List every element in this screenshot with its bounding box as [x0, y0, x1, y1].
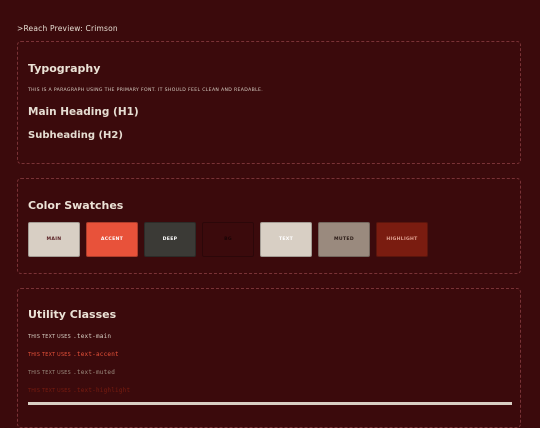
utility-title: Utility Classes: [28, 308, 117, 321]
swatch-label: Main: [46, 237, 62, 242]
util-class-name: .text-main: [73, 333, 112, 340]
swatches-title: Color Swatches: [28, 199, 124, 212]
swatch-deep: Deep: [144, 222, 196, 257]
page-title: >Reach Preview: Crimson: [17, 24, 118, 33]
sample-paragraph: This is a paragraph using the primary fo…: [28, 88, 264, 93]
util-prefix: This text uses: [28, 389, 71, 394]
swatch-label: Accent: [100, 237, 124, 242]
util-line-main: This text uses .text-main: [28, 333, 111, 340]
util-prefix: This text uses: [28, 335, 71, 340]
swatch-label: Deep: [162, 237, 178, 242]
swatch-highlight: Highlight: [376, 222, 428, 257]
swatch-label: BG: [224, 237, 232, 242]
util-prefix: This text uses: [28, 353, 71, 358]
swatch-main: Main: [28, 222, 80, 257]
util-class-name: .text-highlight: [73, 387, 131, 394]
swatch-bg: BG: [202, 222, 254, 257]
util-line-muted: This text uses .text-muted: [28, 369, 115, 376]
swatch-row: Main Accent Deep BG Text Muted Highlight: [28, 222, 428, 257]
swatch-accent: Accent: [86, 222, 138, 257]
swatch-muted: Muted: [318, 222, 370, 257]
util-line-highlight: This text uses .text-highlight: [28, 387, 130, 394]
sample-heading-h2: Subheading (H2): [28, 130, 123, 141]
util-class-name: .text-muted: [73, 369, 116, 376]
util-prefix: This text uses: [28, 371, 71, 376]
utility-classes-panel: Utility Classes This text uses .text-mai…: [17, 288, 521, 428]
swatch-text: Text: [260, 222, 312, 257]
swatch-label: Highlight: [386, 237, 418, 242]
swatch-label: Muted: [334, 237, 354, 242]
util-class-name: .text-accent: [73, 351, 119, 358]
typography-title: Typography: [28, 62, 101, 75]
typography-panel: Typography This is a paragraph using the…: [17, 41, 521, 164]
swatch-label: Text: [278, 237, 294, 242]
sample-heading-h1: Main Heading (H1): [28, 106, 139, 118]
util-line-accent: This text uses .text-accent: [28, 351, 119, 358]
color-swatches-panel: Color Swatches Main Accent Deep BG Text …: [17, 178, 521, 274]
